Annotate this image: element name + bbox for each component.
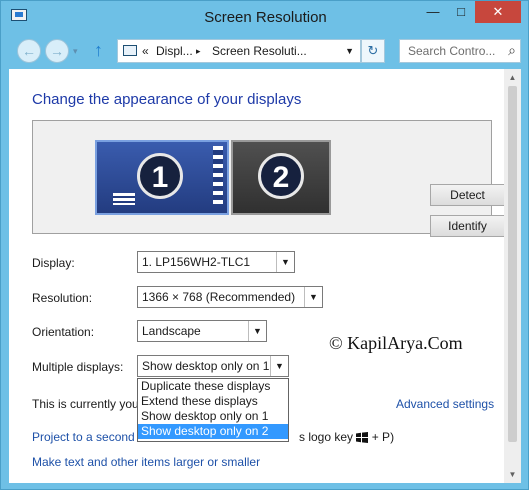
search-box[interactable]: Search Contro... ⌕ [399,39,521,63]
content-pane: Change the appearance of your displays 1… [9,69,521,483]
screen-resolution-window: Screen Resolution — □ ✕ ← → ▾ ↑ « Displ.… [0,0,529,490]
maximize-button[interactable]: □ [447,1,475,23]
breadcrumb-screen-resolution[interactable]: Screen Resoluti... [212,40,307,62]
advanced-settings-link[interactable]: Advanced settings [396,397,494,411]
chevron-down-icon[interactable]: ▼ [304,287,322,307]
scroll-up-icon[interactable]: ▲ [504,69,521,86]
monitor-taskbar-icon [213,146,223,204]
orientation-select-value: Landscape [142,324,201,338]
windows-logo-icon [356,432,369,444]
scrollbar-thumb[interactable] [508,86,517,442]
chevron-down-icon[interactable]: ▼ [248,321,266,341]
multiple-displays-select-value: Show desktop only on 1 [142,359,270,373]
recent-locations-chevron-icon[interactable]: ▾ [73,46,78,57]
watermark: © KapilArya.Com [329,333,463,353]
breadcrumb-separator-icon[interactable]: ▸ [196,40,201,62]
scroll-down-icon[interactable]: ▼ [504,466,521,483]
detect-button[interactable]: Detect [430,184,505,206]
multiple-displays-dropdown: Duplicate these displays Extend these di… [137,378,289,442]
text-size-link[interactable]: Make text and other items larger or smal… [32,455,260,469]
forward-arrow-icon[interactable]: → [45,39,69,63]
monitor-start-icon [113,193,135,205]
orientation-label: Orientation: [32,325,95,339]
address-dropdown-icon[interactable]: ▼ [345,40,354,62]
page-title: Change the appearance of your displays [32,91,302,108]
refresh-icon[interactable]: ↻ [361,39,385,63]
monitor-1[interactable]: 1 [95,140,229,215]
monitor-2[interactable]: 2 [231,140,331,215]
chevron-down-icon[interactable]: ▼ [270,356,288,376]
search-placeholder: Search Contro... [408,44,496,58]
back-arrow-icon[interactable]: ← [17,39,41,63]
minimize-button[interactable]: — [419,1,447,23]
chevron-down-icon[interactable]: ▼ [276,252,294,272]
project-hint: s logo key + P) [299,430,394,444]
project-link[interactable]: Project to a second [32,430,135,444]
option-duplicate[interactable]: Duplicate these displays [138,379,288,394]
multiple-displays-select[interactable]: Show desktop only on 1 ▼ [137,355,289,377]
resolution-select[interactable]: 1366 × 768 (Recommended) ▼ [137,286,323,308]
project-hint-text: s logo key [299,430,354,444]
display-select-value: 1. LP156WH2-TLC1 [142,255,251,269]
option-show-only-1[interactable]: Show desktop only on 1 [138,409,288,424]
vertical-scrollbar[interactable]: ▲ ▼ [504,69,521,483]
close-button[interactable]: ✕ [475,1,521,23]
option-show-only-2[interactable]: Show desktop only on 2 [138,424,288,439]
address-bar[interactable]: « Displ... ▸ Screen Resoluti... ▼ [117,39,361,63]
display-select[interactable]: 1. LP156WH2-TLC1 ▼ [137,251,295,273]
monitor-1-number: 1 [137,153,183,199]
project-hint-end: + P) [371,430,395,444]
monitor-2-number: 2 [258,153,304,199]
option-extend[interactable]: Extend these displays [138,394,288,409]
multiple-displays-label: Multiple displays: [32,360,124,374]
control-panel-icon [123,45,137,56]
resolution-label: Resolution: [32,291,93,305]
title-bar[interactable]: Screen Resolution — □ ✕ [1,1,528,35]
orientation-select[interactable]: Landscape ▼ [137,320,267,342]
identify-button[interactable]: Identify [430,215,505,237]
display-label: Display: [32,256,75,270]
resolution-select-value: 1366 × 768 (Recommended) [142,290,296,304]
status-text: This is currently you [32,397,139,411]
search-icon[interactable]: ⌕ [508,42,516,59]
breadcrumb-overflow-icon[interactable]: « [142,40,149,62]
display-arrangement: 1 2 Detect Identify [32,120,505,237]
up-arrow-icon[interactable]: ↑ [94,41,103,59]
navigation-bar: ← → ▾ ↑ « Displ... ▸ Screen Resoluti... … [1,35,528,69]
breadcrumb-display[interactable]: Displ... [156,40,193,62]
